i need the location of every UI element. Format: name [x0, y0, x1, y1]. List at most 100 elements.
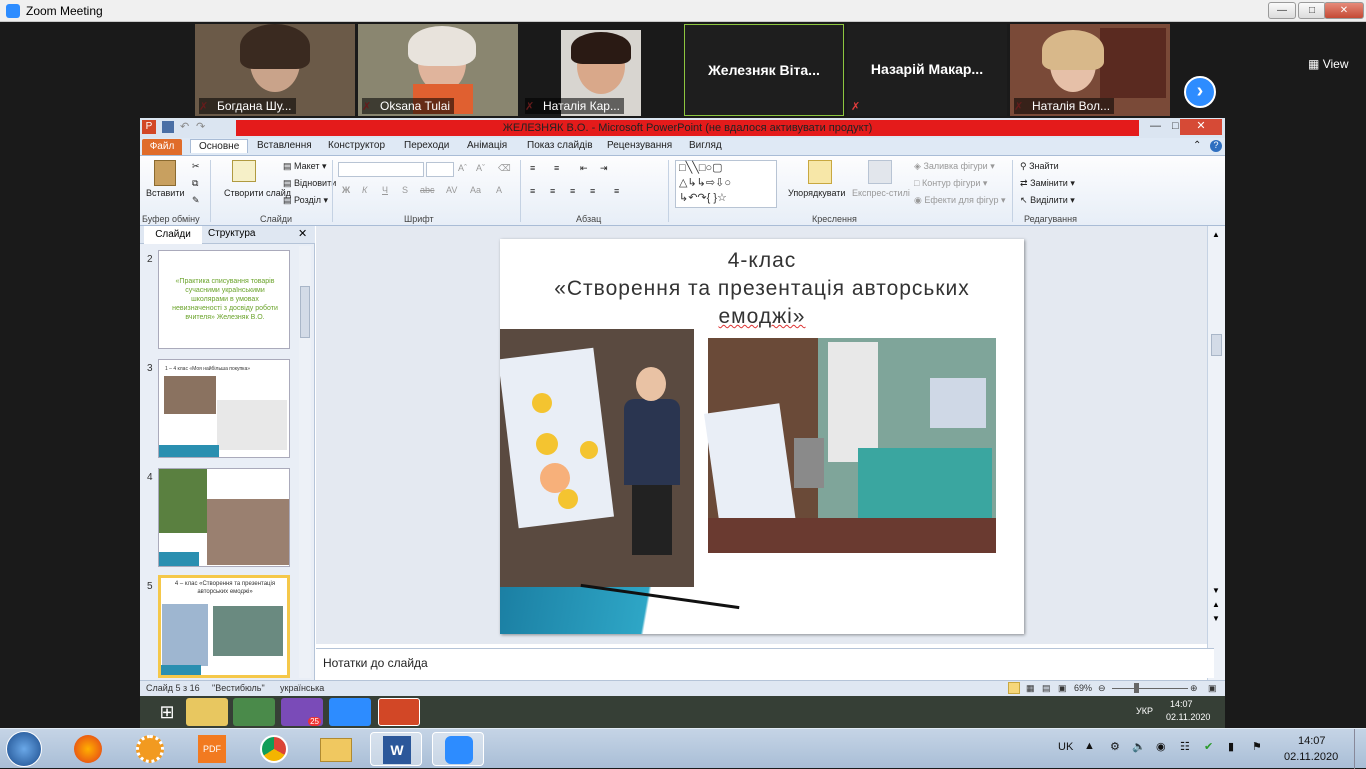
clock-date[interactable]: 02.11.2020 [1284, 751, 1338, 763]
ribbon-collapse-icon[interactable]: ⌃ [1193, 140, 1201, 151]
find-button[interactable]: ⚲ Знайти [1020, 161, 1059, 172]
slide-thumbnail[interactable] [158, 468, 290, 567]
bullets-icon[interactable]: ≡ [530, 163, 535, 173]
ppt-minimize-button[interactable]: — [1150, 120, 1161, 132]
arrange-icon[interactable] [808, 160, 832, 184]
indent-icon[interactable]: ⇤ [580, 163, 588, 174]
format-painter-icon[interactable]: ✎ [192, 195, 200, 206]
explorer-icon[interactable] [186, 698, 228, 726]
redo-icon[interactable]: ↷ [196, 120, 205, 133]
zoom-app-icon[interactable] [329, 698, 371, 726]
section-button[interactable]: ▤ Розділ ▾ [283, 195, 328, 206]
replace-button[interactable]: ⇄ Замінити ▾ [1020, 178, 1075, 189]
next-slide-icon[interactable]: ▼ [1212, 614, 1220, 623]
language-indicator[interactable]: українська [280, 683, 324, 693]
grow-font-icon[interactable]: Aˆ [458, 163, 467, 173]
participant-tile[interactable]: ✗ Богдана Шу... [195, 24, 355, 116]
arrange-button[interactable]: Упорядкувати [788, 188, 845, 198]
select-button[interactable]: ↖ Виділити ▾ [1020, 195, 1075, 206]
slide-thumbnail-selected[interactable]: 4 – клас «Створення та презентація автор… [158, 575, 290, 678]
participant-tile[interactable]: Назарій Макар... ✗ [847, 24, 1007, 116]
fit-to-window-icon[interactable]: ▣ [1208, 683, 1217, 694]
zoom-level[interactable]: 69% [1074, 683, 1092, 693]
new-slide-button[interactable]: Створити слайд [224, 188, 291, 198]
notes-pane[interactable]: Нотатки до слайда [316, 648, 1214, 678]
zoom-slider[interactable] [1112, 688, 1188, 689]
align-left-icon[interactable]: ≡ [530, 186, 535, 196]
scroll-thumb[interactable] [1211, 334, 1222, 356]
chrome-icon[interactable] [233, 698, 275, 726]
zoom-in-icon[interactable]: ⊕ [1190, 683, 1198, 694]
layout-button[interactable]: ▤ Макет ▾ [283, 161, 327, 172]
scroll-down-icon[interactable]: ▼ [1212, 586, 1220, 595]
italic-button[interactable]: К [362, 185, 367, 195]
paste-icon[interactable] [154, 160, 176, 186]
help-icon[interactable]: ? [1210, 140, 1222, 152]
show-desktop-button[interactable] [1354, 729, 1366, 769]
new-slide-icon[interactable] [232, 160, 256, 182]
undo-icon[interactable]: ↶ [180, 120, 189, 133]
previous-slide-icon[interactable]: ▲ [1212, 600, 1220, 609]
flag-icon[interactable]: ⚑ [1252, 740, 1262, 753]
quick-styles-icon[interactable] [868, 160, 892, 184]
settings-app-icon[interactable] [124, 732, 176, 766]
shape-fill-button[interactable]: ◈ Заливка фігури ▾ [914, 161, 995, 172]
underline-button[interactable]: Ч [382, 185, 388, 195]
cut-icon[interactable]: ✂ [192, 161, 200, 172]
ppt-close-button[interactable]: ✕ [1180, 119, 1222, 135]
tab-home[interactable]: Основне [190, 139, 249, 153]
align-center-icon[interactable]: ≡ [550, 186, 555, 196]
tab-slides[interactable]: Слайди [144, 226, 202, 244]
font-name-select[interactable] [338, 162, 424, 177]
tab-view[interactable]: Вигляд [689, 140, 722, 151]
participant-tile[interactable]: ✗ Наталія Кар... [521, 24, 681, 116]
tab-slideshow[interactable]: Показ слайдів [527, 140, 593, 151]
quick-styles-button[interactable]: Експрес-стилі [852, 188, 910, 198]
shrink-font-icon[interactable]: Aˇ [476, 163, 485, 173]
security-icon[interactable]: ✔ [1204, 740, 1213, 753]
zoom-tray-icon[interactable]: ◉ [1156, 740, 1166, 753]
slide-thumbnail[interactable]: 1 – 4 клас «Моя найбільша покупка» [158, 359, 290, 458]
zoom-slider-handle[interactable] [1134, 683, 1139, 693]
inner-lang[interactable]: УКР [1136, 706, 1153, 716]
viber-icon[interactable]: 25 [281, 698, 323, 726]
slide-sorter-icon[interactable]: ▦ [1026, 683, 1035, 694]
tab-file[interactable]: Файл [142, 139, 182, 155]
tray-expand-icon[interactable]: ▲ [1084, 740, 1095, 752]
keyboard-language[interactable]: UK [1058, 741, 1073, 753]
tab-design[interactable]: Конструктор [328, 140, 385, 151]
tab-insert[interactable]: Вставлення [257, 140, 312, 151]
start-icon[interactable]: ⊞ [146, 698, 188, 726]
clear-formatting-icon[interactable]: ⌫ [498, 163, 511, 174]
participant-tile[interactable]: ✗ Oksana Tulai [358, 24, 518, 116]
tray-app-icon[interactable]: ⚙ [1110, 740, 1120, 753]
windows-start-button[interactable] [6, 731, 42, 767]
reading-view-icon[interactable]: ▤ [1042, 683, 1051, 694]
bold-button[interactable]: Ж [342, 185, 350, 195]
shadow-button[interactable]: S [402, 185, 408, 195]
minimize-button[interactable]: — [1268, 2, 1296, 19]
copy-icon[interactable]: ⧉ [192, 178, 198, 189]
change-case-button[interactable]: Aa [470, 185, 481, 195]
panel-scrollbar[interactable] [299, 246, 311, 678]
numbering-icon[interactable]: ≡ [554, 163, 559, 173]
chrome-taskbar-icon[interactable] [248, 732, 300, 766]
network-icon[interactable]: ☷ [1180, 740, 1190, 753]
shape-effects-button[interactable]: ◉ Ефекти для фігур ▾ [914, 195, 1005, 206]
pdf-app-icon[interactable]: PDF [186, 732, 238, 766]
slide-thumbnail[interactable]: «Практика списування товарів сучасними у… [158, 250, 290, 349]
scroll-up-icon[interactable]: ▲ [1212, 230, 1220, 239]
word-taskbar-icon[interactable]: W [370, 732, 422, 766]
ppt-restore-button[interactable]: □ [1172, 120, 1179, 132]
powerpoint-app-icon[interactable] [378, 698, 420, 726]
tab-animations[interactable]: Анімація [467, 140, 507, 151]
outdent-icon[interactable]: ⇥ [600, 163, 608, 174]
align-right-icon[interactable]: ≡ [570, 186, 575, 196]
firefox-icon[interactable] [62, 732, 114, 766]
tab-transitions[interactable]: Переходи [404, 140, 449, 151]
close-button[interactable]: ✕ [1324, 2, 1364, 19]
shape-outline-button[interactable]: □ Контур фігури ▾ [914, 178, 987, 189]
columns-icon[interactable]: ≡ [614, 186, 619, 196]
clock-time[interactable]: 14:07 [1298, 735, 1326, 747]
save-icon[interactable] [162, 121, 174, 133]
